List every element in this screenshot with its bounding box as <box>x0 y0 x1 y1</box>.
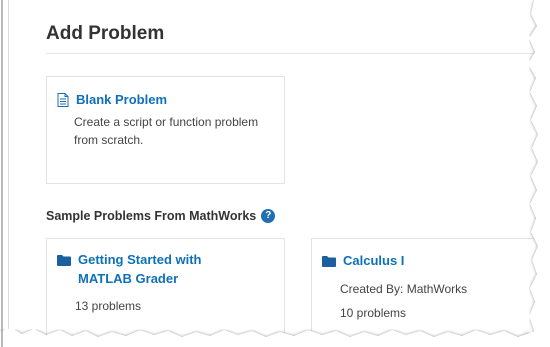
sample-card-header: Getting Started with MATLAB Grader <box>57 250 228 288</box>
title-divider <box>46 53 536 54</box>
sample-problems-heading-text: Sample Problems From MathWorks <box>46 209 257 223</box>
blank-problem-card[interactable]: Blank Problem Create a script or functio… <box>46 76 285 184</box>
sample-card-problem-count: 10 problems <box>340 306 407 320</box>
sample-problems-heading: Sample Problems From MathWorks ? <box>46 209 276 223</box>
page-content: Add Problem Blank Problem Create a scrip… <box>0 0 550 347</box>
sample-card-header: Calculus I <box>322 251 404 272</box>
folder-icon <box>322 254 336 272</box>
folder-icon <box>57 253 71 271</box>
left-divider <box>8 0 9 335</box>
page-title: Add Problem <box>46 23 165 44</box>
sample-card-created-by: Created By: MathWorks <box>340 282 468 296</box>
sample-card-title-link[interactable]: Calculus I <box>343 251 404 270</box>
sample-card-getting-started[interactable]: Getting Started with MATLAB Grader 13 pr… <box>46 238 285 347</box>
sample-card-title-link[interactable]: Getting Started with MATLAB Grader <box>78 250 228 288</box>
document-icon <box>57 93 69 112</box>
blank-problem-link[interactable]: Blank Problem <box>76 90 167 109</box>
sample-card-calculus-i[interactable]: Calculus I Created By: MathWorks 10 prob… <box>311 238 550 347</box>
sample-card-problem-count: 13 problems <box>75 299 142 313</box>
blank-problem-description: Create a script or function problem from… <box>74 115 259 147</box>
blank-problem-header: Blank Problem <box>57 90 167 112</box>
help-icon[interactable]: ? <box>261 209 276 223</box>
screenshot-frame: Add Problem Blank Problem Create a scrip… <box>0 0 550 347</box>
